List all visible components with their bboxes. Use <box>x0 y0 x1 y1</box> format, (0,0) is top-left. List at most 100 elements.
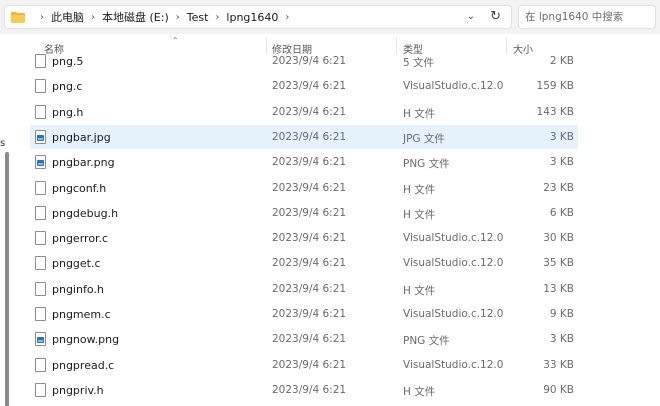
file-row[interactable]: pngpread.c 2023/9/4 6:21 VisualStudio.c.12… <box>30 353 578 377</box>
file-name: pngnow.png <box>52 333 120 347</box>
file-size: 33 KB <box>543 358 574 371</box>
file-size: 143 KB <box>536 105 574 118</box>
file-size: 90 KB <box>543 383 574 396</box>
file-type: 5 文件 <box>403 57 435 69</box>
breadcrumb-separator[interactable]: › <box>285 12 289 23</box>
file-size: 3 KB <box>549 156 574 169</box>
file-type: H 文件 <box>403 208 436 221</box>
file-row[interactable]: pngerror.c 2023/9/4 6:21 VisualStudio.c.12… <box>30 226 578 250</box>
file-name: pngget.c <box>52 257 101 271</box>
file-modified-date: 2023/9/4 6:21 <box>272 55 347 67</box>
file-modified-date: 2023/9/4 6:21 <box>272 308 347 320</box>
file-size: 3 KB <box>549 333 574 346</box>
file-modified-date: 2023/9/4 6:21 <box>272 80 347 93</box>
file-modified-date: 2023/9/4 6:21 <box>272 333 347 346</box>
file-size: 159 KB <box>536 80 574 93</box>
document-icon <box>35 79 46 94</box>
navigation-pane-scrollbar[interactable] <box>5 152 9 406</box>
document-icon <box>35 357 46 372</box>
breadcrumb-lpng1640[interactable]: lpng1640 <box>226 11 278 24</box>
breadcrumb-local-disk[interactable]: 本地磁盘 (E:) <box>102 9 169 25</box>
file-modified-date: 2023/9/4 6:21 <box>272 257 347 270</box>
document-icon <box>35 281 46 296</box>
breadcrumb-separator: › <box>175 11 180 23</box>
file-type: VisualStudio.c.12.0 <box>403 308 504 320</box>
navigation-pane: s <box>0 34 18 406</box>
document-icon <box>35 205 46 220</box>
file-size: 35 KB <box>543 257 574 270</box>
file-row[interactable]: pnginfo.h 2023/9/4 6:21 H 文件 13 KB <box>30 277 578 301</box>
file-type: VisualStudio.c.12.0 <box>403 80 504 93</box>
file-name: pngerror.c <box>52 232 109 246</box>
file-row[interactable]: pngmem.c 2023/9/4 6:21 VisualStudio.c.12.0… <box>30 302 578 326</box>
breadcrumb-separator: › <box>91 11 95 23</box>
file-name: pngpriv.h <box>52 383 104 397</box>
file-type: H 文件 <box>403 183 436 196</box>
file-modified-date: 2023/9/4 6:21 <box>272 232 347 245</box>
file-name: png.5 <box>52 55 84 68</box>
document-icon <box>35 256 46 271</box>
file-modified-date: 2023/9/4 6:21 <box>272 181 347 194</box>
file-row[interactable]: pngpriv.h 2023/9/4 6:21 H 文件 90 KB <box>30 378 578 402</box>
document-icon <box>35 180 46 195</box>
file-modified-date: 2023/9/4 6:21 <box>272 105 347 118</box>
file-row[interactable]: pngget.c 2023/9/4 6:21 VisualStudio.c.12.0… <box>30 251 578 275</box>
search-input[interactable] <box>519 6 655 28</box>
file-type: H 文件 <box>403 284 436 297</box>
file-name: pngconf.h <box>52 181 107 195</box>
file-modified-date: 2023/9/4 6:21 <box>272 156 347 169</box>
file-row[interactable]: png.5 2023/9/4 6:21 5 文件 2 KB <box>30 49 578 73</box>
search-box[interactable] <box>518 5 656 29</box>
document-icon <box>35 307 46 321</box>
file-name: pngbar.jpg <box>52 130 111 144</box>
file-row[interactable]: pngdebug.h 2023/9/4 6:21 H 文件 6 KB <box>30 201 578 225</box>
file-row[interactable]: pngbar.jpg 2023/9/4 6:21 JPG 文件 3 KB <box>30 124 578 149</box>
breadcrumb-separator: › <box>40 11 44 23</box>
address-bar[interactable]: › 此电脑 › 本地磁盘 (E:) › Test › lpng1640 › ⌄ … <box>4 5 512 29</box>
refresh-icon[interactable]: ↻ <box>490 9 501 24</box>
sort-ascending-icon: ⌃ <box>172 36 179 45</box>
document-icon <box>35 231 46 246</box>
breadcrumb-test[interactable]: Test <box>187 11 209 24</box>
navigation-pane-label: s <box>0 138 6 149</box>
file-name: png.h <box>52 105 84 119</box>
file-size: 6 KB <box>549 206 574 219</box>
folder-icon <box>11 11 25 23</box>
file-name: pngbar.png <box>52 156 115 170</box>
file-name: pngmem.c <box>52 308 111 321</box>
document-icon <box>35 54 46 68</box>
file-type: VisualStudio.c.12.0 <box>403 257 504 270</box>
breadcrumb-this-pc[interactable]: 此电脑 <box>51 9 84 25</box>
chevron-down-icon[interactable]: ⌄ <box>467 11 475 22</box>
file-modified-date: 2023/9/4 6:21 <box>272 358 347 371</box>
file-row[interactable]: pngnow.png 2023/9/4 6:21 PNG 文件 3 KB <box>30 327 578 351</box>
image-file-icon <box>35 129 46 144</box>
file-type: VisualStudio.c.12.0 <box>403 232 504 245</box>
file-modified-date: 2023/9/4 6:21 <box>272 383 347 396</box>
file-modified-date: 2023/9/4 6:21 <box>272 130 347 143</box>
file-size: 3 KB <box>549 130 574 143</box>
file-type: PNG 文件 <box>403 158 450 171</box>
address-toolbar: › 此电脑 › 本地磁盘 (E:) › Test › lpng1640 › ⌄ … <box>0 0 660 34</box>
file-name: pnginfo.h <box>52 282 104 296</box>
file-type: VisualStudio.c.12.0 <box>403 358 504 371</box>
file-modified-date: 2023/9/4 6:21 <box>272 282 347 295</box>
file-type: H 文件 <box>403 385 436 398</box>
file-name: pngdebug.h <box>52 206 119 220</box>
file-row[interactable]: png.h 2023/9/4 6:21 H 文件 143 KB <box>30 100 578 124</box>
image-file-icon <box>35 155 46 170</box>
file-row[interactable]: png.c 2023/9/4 6:21 VisualStudio.c.12.0 159… <box>30 74 578 98</box>
document-icon <box>35 104 46 119</box>
breadcrumb-separator: › <box>215 11 220 23</box>
file-size: 9 KB <box>549 308 574 320</box>
file-name: png.c <box>52 80 83 94</box>
file-row[interactable]: pngbar.png 2023/9/4 6:21 PNG 文件 3 KB <box>30 150 578 174</box>
image-file-icon <box>35 332 46 347</box>
breadcrumb: › 此电脑 › 本地磁盘 (E:) › Test › lpng1640 › <box>33 9 296 25</box>
file-name: pngpread.c <box>52 358 115 372</box>
file-type: H 文件 <box>403 107 436 120</box>
file-size: 2 KB <box>549 55 574 67</box>
file-size: 23 KB <box>543 181 574 194</box>
document-icon <box>35 382 46 397</box>
file-row[interactable]: pngconf.h 2023/9/4 6:21 H 文件 23 KB <box>30 176 578 200</box>
